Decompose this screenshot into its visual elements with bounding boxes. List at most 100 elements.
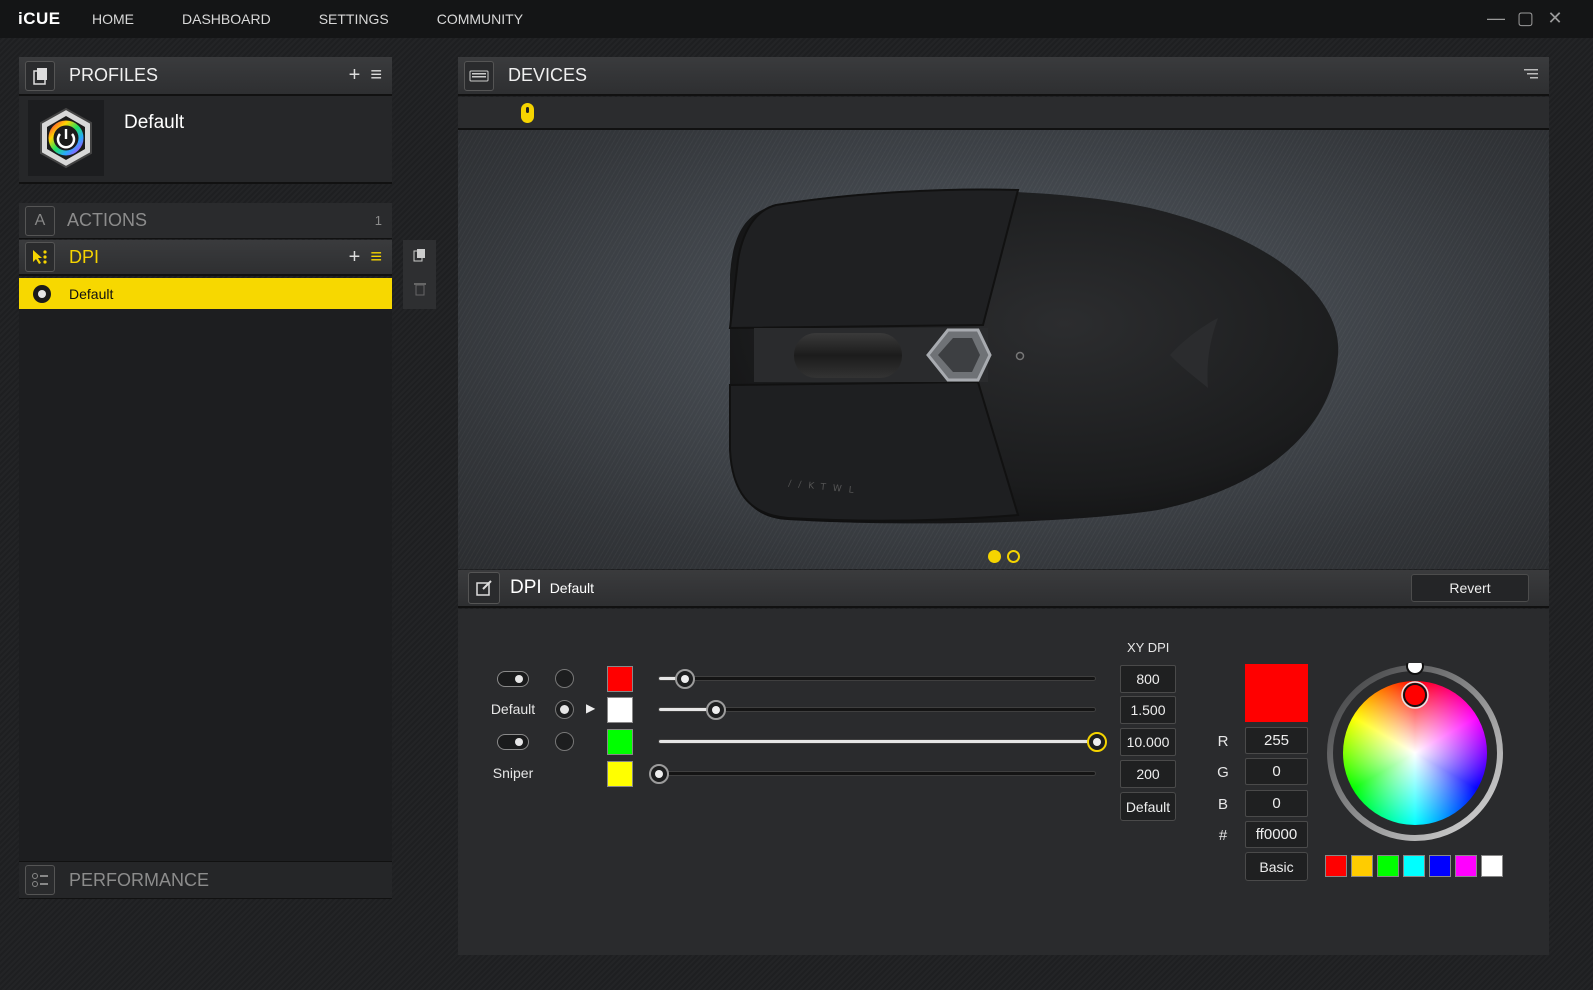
dpi-settings-subtitle: Default [549, 580, 595, 596]
green-row: G 0 [1212, 758, 1312, 786]
profile-name: Default [124, 112, 185, 133]
stage-3-slider-knob[interactable] [1087, 732, 1107, 752]
stage-3-color-swatch[interactable] [607, 729, 633, 755]
profile-logo-icon [28, 100, 104, 176]
green-input[interactable]: 0 [1245, 758, 1308, 785]
top-navigation-bar: iCUE HOME DASHBOARD SETTINGS COMMUNITY ―… [0, 0, 1593, 38]
red-input[interactable]: 255 [1245, 727, 1308, 754]
actions-icon: A [25, 205, 55, 236]
profile-card[interactable]: Default [19, 96, 392, 184]
stage-1-dpi-value[interactable]: 800 [1120, 665, 1176, 693]
performance-label: PERFORMANCE [69, 869, 210, 890]
side-toolbar [403, 240, 436, 309]
blue-input[interactable]: 0 [1245, 790, 1308, 817]
copy-icon[interactable] [413, 248, 427, 267]
hex-input[interactable]: ff0000 [1245, 821, 1308, 848]
stage-3-dpi-value[interactable]: 10.000 [1120, 728, 1176, 756]
stage-1-color-swatch[interactable] [607, 666, 633, 692]
red-row: R 255 [1212, 727, 1312, 755]
stage-3-slider-fill [659, 740, 1097, 743]
profiles-header: PROFILES + ≡ [19, 57, 392, 96]
stage-4-slider-knob[interactable] [649, 764, 669, 784]
nav-home[interactable]: HOME [92, 11, 134, 27]
stage-4-label: Sniper [492, 765, 534, 781]
dpi-section-header[interactable]: DPI + ≡ [19, 240, 392, 276]
dpi-stage-row: 10.000 [480, 728, 1180, 756]
device-tab-strip [458, 97, 1549, 130]
stage-3-radio[interactable] [555, 732, 574, 751]
stage-2-slider[interactable] [658, 700, 1096, 720]
profiles-icon [25, 60, 55, 91]
device-pager [988, 550, 1020, 563]
preset-swatch[interactable] [1325, 855, 1347, 877]
actions-row[interactable]: A ACTIONS 1 [19, 203, 392, 239]
delete-icon[interactable] [413, 282, 426, 301]
actions-count: 1 [374, 213, 382, 228]
nav-dashboard[interactable]: DASHBOARD [182, 11, 271, 27]
profiles-menu-icon[interactable]: ≡ [370, 64, 382, 87]
stage-2-slider-knob[interactable] [705, 700, 726, 720]
dpi-default-button[interactable]: Default [1120, 792, 1176, 821]
add-profile-icon[interactable]: + [349, 64, 361, 87]
hex-row: # ff0000 [1212, 821, 1312, 849]
devices-sort-icon[interactable] [1523, 67, 1539, 85]
dpi-item-radio [33, 284, 51, 303]
minimize-icon[interactable]: ― [1487, 8, 1505, 28]
stage-1-radio[interactable] [555, 669, 574, 688]
dpi-stage-row: Sniper 200 [480, 760, 1180, 788]
dpi-stage-row: Default ▶ 1.500 [480, 696, 1180, 724]
performance-icon [25, 865, 55, 895]
performance-row[interactable]: PERFORMANCE [19, 861, 392, 899]
nav-community[interactable]: COMMUNITY [437, 11, 523, 27]
stage-2-color-swatch[interactable] [607, 697, 633, 723]
keyboard-icon [464, 60, 494, 91]
dpi-item-label: Default [69, 285, 114, 302]
play-arrow-icon: ▶ [586, 701, 596, 715]
stage-1-slider-knob[interactable] [675, 669, 696, 689]
stage-2-radio[interactable] [555, 700, 574, 719]
nav-settings[interactable]: SETTINGS [319, 11, 389, 27]
dpi-menu-icon[interactable]: ≡ [370, 246, 382, 269]
color-presets [1325, 855, 1503, 877]
color-wheel[interactable] [1326, 657, 1506, 843]
stage-3-toggle[interactable] [497, 734, 529, 750]
preset-swatch[interactable] [1429, 855, 1451, 877]
dpi-pointer-icon [25, 242, 55, 272]
dpi-list-item[interactable]: Default [19, 278, 392, 309]
close-icon[interactable]: ✕ [1547, 8, 1563, 28]
preset-swatch[interactable] [1377, 855, 1399, 877]
pager-dot-2[interactable] [1007, 550, 1020, 563]
preset-swatch[interactable] [1351, 855, 1373, 877]
preset-swatch[interactable] [1455, 855, 1477, 877]
basic-button[interactable]: Basic [1245, 852, 1308, 881]
stage-3-slider[interactable] [658, 732, 1107, 752]
red-label: R [1217, 733, 1229, 750]
add-dpi-icon[interactable]: + [349, 246, 361, 269]
blue-row: B 0 [1212, 790, 1312, 818]
green-label: G [1217, 764, 1229, 781]
dpi-section-title: DPI [69, 246, 100, 267]
mouse-device-icon[interactable] [521, 103, 534, 123]
stage-1-slider[interactable] [658, 669, 1096, 689]
edit-icon[interactable] [468, 572, 500, 604]
preset-swatch[interactable] [1403, 855, 1425, 877]
preset-swatch[interactable] [1481, 855, 1503, 877]
devices-header: DEVICES [458, 57, 1549, 96]
app-logo: iCUE [18, 9, 61, 28]
stage-4-dpi-value[interactable]: 200 [1120, 760, 1176, 788]
dpi-stage-row: 800 [480, 665, 1180, 693]
device-preview: //KTWL [458, 130, 1549, 569]
devices-title: DEVICES [508, 65, 588, 85]
dpi-settings-title: DPI [510, 577, 542, 598]
color-preview [1245, 664, 1308, 722]
stage-2-dpi-value[interactable]: 1.500 [1120, 696, 1176, 724]
pager-dot-1[interactable] [988, 550, 1001, 563]
revert-button[interactable]: Revert [1411, 574, 1529, 602]
actions-label: ACTIONS [67, 210, 148, 230]
stage-4-slider[interactable] [649, 764, 1096, 784]
mouse-image-icon: //KTWL [728, 188, 1339, 524]
maximize-icon[interactable]: ▢ [1517, 8, 1534, 28]
profiles-title: PROFILES [69, 65, 159, 85]
stage-4-color-swatch[interactable] [607, 761, 633, 787]
stage-1-toggle[interactable] [497, 671, 529, 687]
